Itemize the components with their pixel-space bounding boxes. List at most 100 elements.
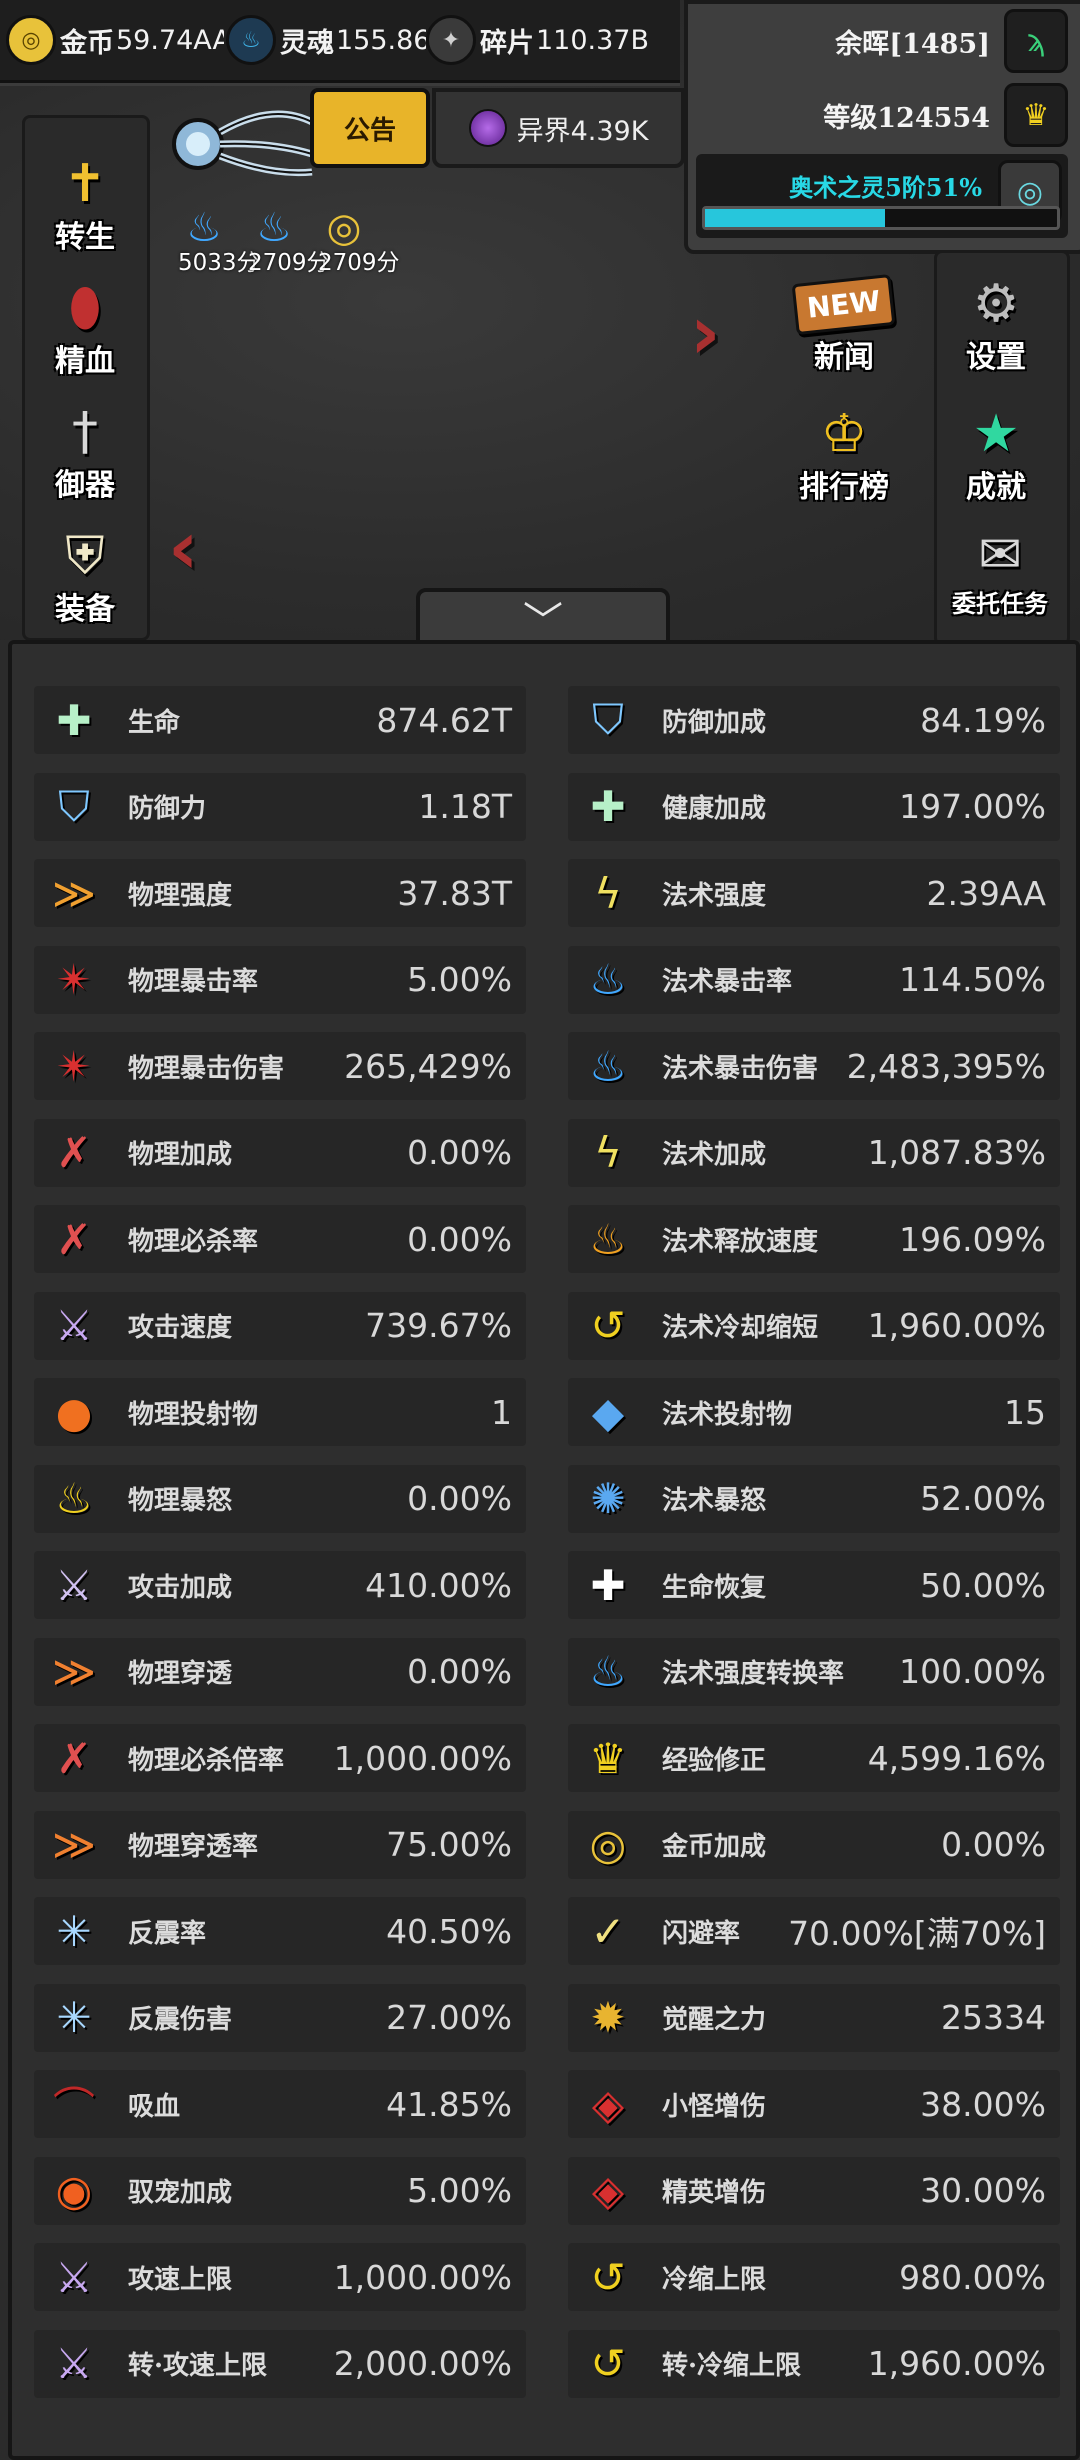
afterglow-row[interactable]: 余晖[1485] ϡ	[696, 9, 1068, 73]
speed-sword-icon: ⚔	[55, 1301, 93, 1350]
stat-value: 15	[1004, 1392, 1046, 1432]
shard-currency: ✦ 碎片 110.37B	[426, 14, 680, 66]
otherworld-orb-icon	[468, 109, 507, 147]
star-icon: ★	[972, 404, 1020, 464]
stat-name: 物理必杀率	[128, 1226, 259, 1257]
stat-value: 410.00%	[365, 1565, 512, 1605]
stat-name: 觉醒之力	[662, 2005, 767, 2035]
notice-button[interactable]: 公告	[310, 88, 430, 168]
stat-name: 法术强度转换率	[662, 1659, 845, 1689]
stat-row: ⚔ 攻击加成 410.00%	[34, 1551, 526, 1619]
equipment-button[interactable]: ⛨ 装备	[25, 514, 145, 628]
stat-row: ϟ 法术加成 1,087.83%	[568, 1118, 1060, 1187]
red-claw-icon: ✴	[56, 955, 92, 1004]
stat-row: ✚ 生命 874.62T	[34, 686, 526, 754]
stat-value: 41.85%	[386, 2084, 512, 2124]
stat-row: ◈ 精英增伤 30.00%	[568, 2156, 1060, 2225]
armor-icon: ⛨	[65, 525, 105, 586]
stat-row: ♨ 物理暴怒 0.00%	[34, 1464, 526, 1533]
rebirth-button[interactable]: ✝ 转生	[25, 142, 145, 256]
stat-name: 冷缩上限	[662, 2264, 767, 2295]
news-button[interactable]: NEW 新闻	[782, 262, 906, 376]
stat-row: ♨ 法术暴击伤害 2,483,395%	[568, 1032, 1060, 1100]
blood-meat-icon: ⬮	[68, 277, 102, 338]
sword-icon: †	[72, 402, 98, 462]
awaken-icon: ✹	[590, 1993, 626, 2042]
stat-name: 精英增伤	[662, 2178, 767, 2208]
chevron-down-icon: ﹀	[523, 599, 563, 645]
stat-name: 生命恢复	[662, 1572, 767, 1603]
commission-quest-button[interactable]: ✉ 委托任务	[932, 520, 1068, 619]
stat-value: 52.00%	[920, 1479, 1046, 1518]
stat-row: ◆ 法术投射物 15	[568, 1378, 1060, 1446]
blue-flame-icon: ♨	[589, 1647, 627, 1696]
right-arrow-button[interactable]: ›	[690, 290, 721, 376]
stat-value: 1,000.00%	[333, 2257, 512, 2297]
blue-rune-icon: ✺	[590, 1474, 626, 1523]
level-row[interactable]: 等级124554 ♛	[696, 83, 1068, 147]
regen-icon: ✚	[590, 1560, 626, 1610]
stat-value: 5.00%	[407, 960, 512, 999]
cast-flame-icon: ♨	[589, 1214, 627, 1264]
stat-row: ϟ 法术强度 2.39AA	[568, 859, 1060, 927]
stat-row: ↺ 法术冷却缩短 1,960.00%	[568, 1291, 1060, 1360]
otherworld-display[interactable]: 异界4.39K	[432, 88, 685, 168]
cooldown-icon: ↺	[590, 2252, 626, 2302]
buff-list: ♨ 5033分 ♨ 2709分 ◎ 2709分	[178, 205, 400, 276]
soul-value: 155.86B	[336, 24, 426, 56]
stat-value: 1,000.00%	[333, 1738, 512, 1778]
stat-name: 驭宠加成	[128, 2178, 233, 2208]
holy-cross-icon: ✝	[63, 154, 107, 214]
trophy-icon: ♔	[820, 404, 868, 464]
ice-burst-icon: ✳	[56, 1906, 92, 1956]
stat-name: 金币加成	[662, 1832, 767, 1862]
gold-coin-icon: ◎	[6, 15, 56, 65]
gold-coin-icon: ◎	[589, 1820, 627, 1869]
stat-row: ✴ 物理暴击伤害 265,429%	[34, 1032, 526, 1100]
sword-icon: ⚔	[55, 1560, 93, 1610]
stat-value: 84.19%	[920, 700, 1046, 740]
stat-row: ⛉ 防御加成 84.19%	[568, 686, 1060, 754]
blue-rune-icon: ◆	[591, 1387, 625, 1437]
pierce-icon: ≫	[52, 1820, 96, 1869]
stat-row: ◎ 金币加成 0.00%	[568, 1810, 1060, 1879]
leaderboard-button[interactable]: ♔ 排行榜	[782, 392, 906, 506]
weapon-control-button[interactable]: † 御器	[25, 390, 145, 504]
spirit-row[interactable]: 奥术之灵5阶51% ◎	[696, 154, 1068, 238]
stat-name: 经验修正	[662, 1745, 767, 1776]
shard-icon: ✦	[426, 15, 476, 65]
stat-row: ≫ 物理强度 37.83T	[34, 859, 526, 927]
stat-name: 法术强度	[662, 880, 767, 911]
stat-name: 法术暴击率	[662, 967, 793, 997]
stat-value: 50.00%	[920, 1565, 1046, 1605]
claw-artifact-icon[interactable]	[162, 92, 322, 182]
stat-row: ✳ 反震率 40.50%	[34, 1897, 526, 1965]
crown-icon: ♛	[1004, 83, 1068, 147]
player-info-panel: 余晖[1485] ϡ 等级124554 ♛ 奥术之灵5阶51% ◎	[684, 0, 1080, 254]
stat-value: 1	[491, 1392, 512, 1432]
stat-row: ♨ 法术强度转换率 100.00%	[568, 1637, 1060, 1706]
left-arrow-button[interactable]: ‹	[168, 505, 199, 591]
stat-value: 874.62T	[376, 700, 512, 740]
settings-button[interactable]: ⚙ 设置	[934, 262, 1058, 376]
stat-name: 反震率	[128, 1918, 207, 1949]
red-claw-icon: ✴	[56, 1041, 92, 1091]
health-cross-icon: ✚	[590, 782, 626, 831]
stat-value: 2,000.00%	[333, 2344, 512, 2383]
stat-name: 反震伤害	[128, 2005, 233, 2035]
stat-value: 40.50%	[386, 1911, 512, 1951]
red-gem-icon: ◈	[591, 2079, 625, 2129]
collapse-panel-tab[interactable]: ﹀	[416, 588, 670, 648]
stat-name: 吸血	[128, 2091, 181, 2122]
stat-row: ✳ 反震伤害 27.00%	[34, 1983, 526, 2052]
cooldown-icon: ↺	[590, 2339, 626, 2388]
buff-item[interactable]: ♨ 2709分	[248, 205, 330, 276]
health-cross-icon: ✚	[56, 695, 92, 745]
stat-value: 114.50%	[899, 960, 1046, 999]
achievement-button[interactable]: ★ 成就	[934, 392, 1058, 506]
essence-blood-button[interactable]: ⬮ 精血	[25, 266, 145, 380]
buff-item[interactable]: ◎ 2709分	[318, 205, 400, 276]
bat-icon: ⌒	[52, 2082, 95, 2132]
stat-name: 物理暴击伤害	[128, 1053, 285, 1084]
buff-item[interactable]: ♨ 5033分	[178, 205, 260, 276]
